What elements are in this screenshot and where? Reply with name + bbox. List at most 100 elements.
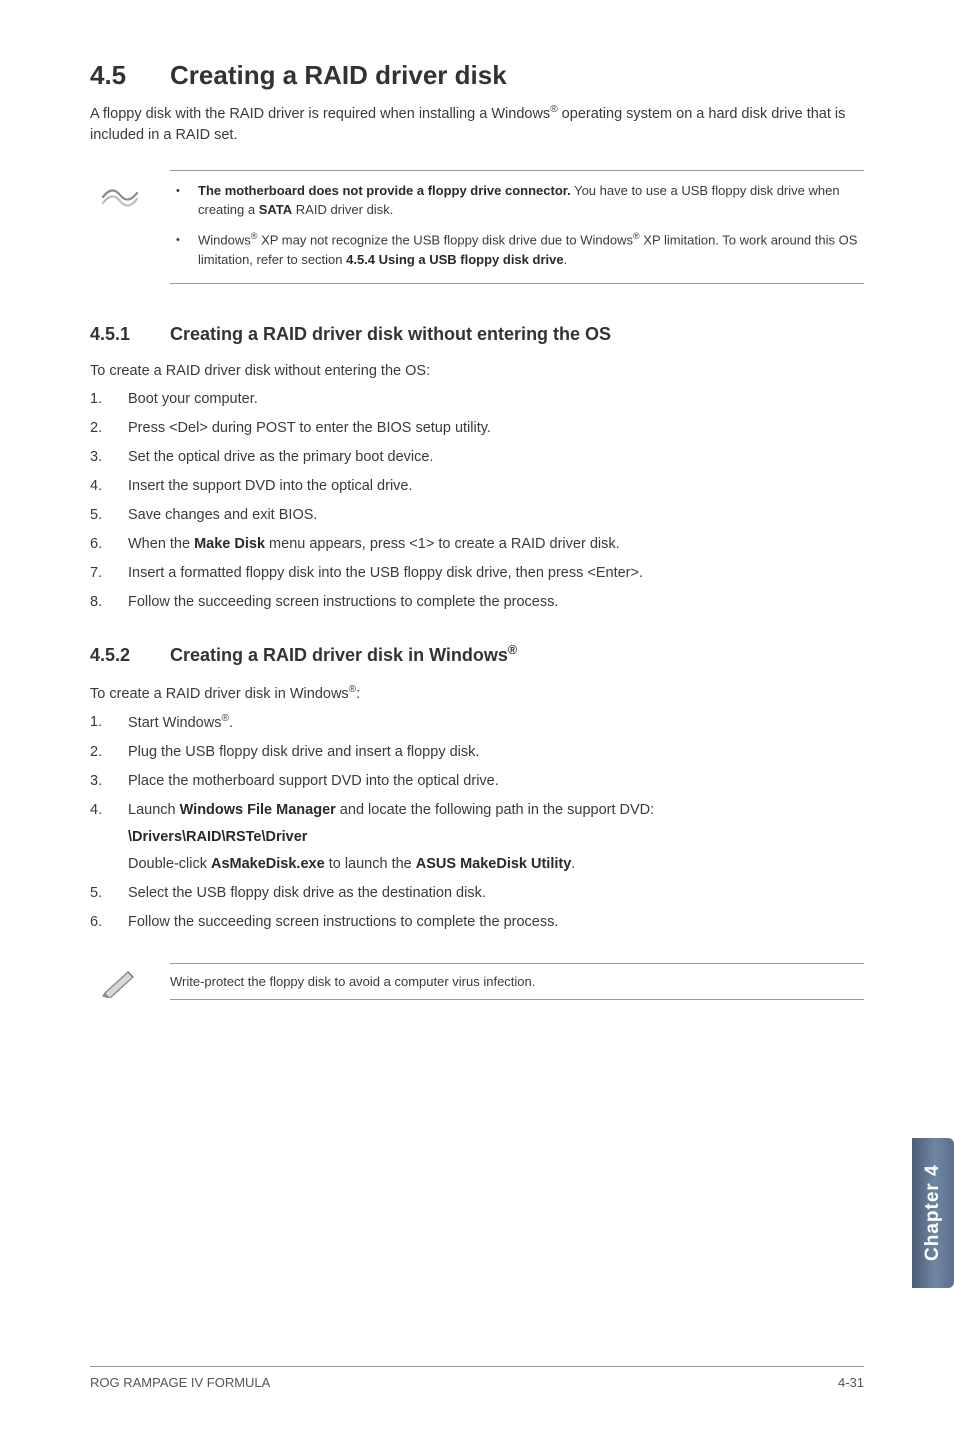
step-number: 3. [90, 771, 128, 792]
list-item: 8.Follow the succeeding screen instructi… [90, 592, 864, 613]
step6-post: menu appears, press <1> to create a RAID… [265, 536, 620, 552]
step4-line2-b2: ASUS MakeDisk Utility [416, 856, 572, 872]
note-text: Windows ® XP may not recognize the USB fl… [198, 230, 864, 269]
subsection-title-text: Creating a RAID driver disk in Windows® [170, 645, 517, 665]
section-title-text: Creating a RAID driver disk [170, 60, 507, 90]
step-number: 5. [90, 883, 128, 904]
tip-block: Write-protect the floppy disk to avoid a… [170, 963, 864, 1000]
step-number: 2. [90, 742, 128, 763]
note-list: • The motherboard does not provide a flo… [170, 181, 864, 269]
sub2-title-pre: Creating a RAID driver disk in Windows [170, 645, 508, 665]
lead-text: To create a RAID driver disk in Windows®… [90, 684, 864, 702]
step1-post: . [229, 715, 233, 731]
step-text: Start Windows®. [128, 712, 864, 734]
footer-right: 4-31 [838, 1375, 864, 1390]
step-number: 4. [90, 800, 128, 875]
step4-pre: Launch [128, 802, 180, 818]
pencil-icon [100, 966, 140, 998]
chapter-tab: Chapter 4 [912, 1138, 954, 1288]
subsection-title-text: Creating a RAID driver disk without ente… [170, 324, 611, 344]
subsection-number: 4.5.2 [90, 645, 170, 666]
registered-mark: ® [221, 713, 228, 724]
list-item: 1.Start Windows®. [90, 712, 864, 734]
note2-post: . [564, 252, 568, 267]
registered-mark: ® [633, 231, 640, 241]
step-number: 1. [90, 712, 128, 734]
list-item: 7.Insert a formatted floppy disk into th… [90, 563, 864, 584]
step-text: Set the optical drive as the primary boo… [128, 447, 864, 468]
step-number: 2. [90, 418, 128, 439]
list-item: 5.Select the USB floppy disk drive as th… [90, 883, 864, 904]
step-number: 1. [90, 389, 128, 410]
step-number: 6. [90, 534, 128, 555]
step-number: 5. [90, 505, 128, 526]
step-text: Follow the succeeding screen instruction… [128, 592, 864, 613]
step-text: Plug the USB floppy disk drive and inser… [128, 742, 864, 763]
subsection-heading: 4.5.2Creating a RAID driver disk in Wind… [90, 643, 864, 666]
list-item: 2.Press <Del> during POST to enter the B… [90, 418, 864, 439]
steps-list: 1.Start Windows®. 2.Plug the USB floppy … [90, 712, 864, 933]
list-item: 3.Place the motherboard support DVD into… [90, 771, 864, 792]
note-item: • Windows ® XP may not recognize the USB … [170, 230, 864, 269]
note-icon [100, 183, 140, 211]
step-text: Save changes and exit BIOS. [128, 505, 864, 526]
note-text: The motherboard does not provide a flopp… [198, 181, 864, 220]
step-number: 6. [90, 912, 128, 933]
step-text: Boot your computer. [128, 389, 864, 410]
step4-line2-post: . [571, 856, 575, 872]
steps-list: 1.Boot your computer. 2.Press <Del> duri… [90, 389, 864, 613]
note2-pre: Windows [198, 232, 251, 247]
intro-pre: A floppy disk with the RAID driver is re… [90, 106, 550, 122]
lead-post: : [356, 686, 360, 702]
step4-line2-b1: AsMakeDisk.exe [211, 856, 325, 872]
step6-pre: When the [128, 536, 194, 552]
list-item: 4.Insert the support DVD into the optica… [90, 476, 864, 497]
lead-text: To create a RAID driver disk without ent… [90, 363, 864, 379]
intro-paragraph: A floppy disk with the RAID driver is re… [90, 103, 864, 146]
registered-mark: ® [508, 643, 517, 657]
list-item: 2.Plug the USB floppy disk drive and ins… [90, 742, 864, 763]
note2-bold: 4.5.4 Using a USB floppy disk drive [346, 252, 563, 267]
step-text: Insert the support DVD into the optical … [128, 476, 864, 497]
step4-mid: and locate the following path in the sup… [336, 802, 654, 818]
bullet-icon: • [170, 230, 198, 269]
page-footer: ROG RAMPAGE IV FORMULA 4-31 [90, 1366, 864, 1390]
note-item: • The motherboard does not provide a flo… [170, 181, 864, 220]
note1-bold-pre: The motherboard does not provide a flopp… [198, 183, 571, 198]
lead-pre: To create a RAID driver disk in Windows [90, 686, 349, 702]
step1-pre: Start Windows [128, 715, 221, 731]
bullet-icon: • [170, 181, 198, 220]
step4-path: \Drivers\RAID\RSTe\Driver [128, 829, 307, 845]
registered-mark: ® [550, 104, 557, 115]
note2-mid1: XP may not recognize the USB floppy disk… [257, 232, 633, 247]
step-number: 8. [90, 592, 128, 613]
note1-bold-mid: SATA [259, 202, 292, 217]
tip-text: Write-protect the floppy disk to avoid a… [170, 974, 535, 989]
chapter-tab-label: Chapter 4 [922, 1165, 944, 1262]
step-text: Follow the succeeding screen instruction… [128, 912, 864, 933]
subsection-heading: 4.5.1Creating a RAID driver disk without… [90, 324, 864, 345]
list-item: 3.Set the optical drive as the primary b… [90, 447, 864, 468]
step-text: Select the USB floppy disk drive as the … [128, 883, 864, 904]
step-text: Launch Windows File Manager and locate t… [128, 800, 864, 875]
step4-b1: Windows File Manager [180, 802, 336, 818]
list-item: 6.When the Make Disk menu appears, press… [90, 534, 864, 555]
list-item: 5.Save changes and exit BIOS. [90, 505, 864, 526]
step-text: Press <Del> during POST to enter the BIO… [128, 418, 864, 439]
note1-plain2: RAID driver disk. [292, 202, 393, 217]
step-number: 3. [90, 447, 128, 468]
list-item: 6.Follow the succeeding screen instructi… [90, 912, 864, 933]
note-block: • The motherboard does not provide a flo… [170, 170, 864, 284]
step-text: Insert a formatted floppy disk into the … [128, 563, 864, 584]
step-number: 4. [90, 476, 128, 497]
step4-line2-pre: Double-click [128, 856, 211, 872]
list-item: 4. Launch Windows File Manager and locat… [90, 800, 864, 875]
step-text: Place the motherboard support DVD into t… [128, 771, 864, 792]
step4-line2-mid: to launch the [325, 856, 416, 872]
section-number: 4.5 [90, 60, 170, 91]
step-text: When the Make Disk menu appears, press <… [128, 534, 864, 555]
step-number: 7. [90, 563, 128, 584]
section-heading: 4.5Creating a RAID driver disk [90, 60, 864, 91]
footer-left: ROG RAMPAGE IV FORMULA [90, 1375, 270, 1390]
subsection-number: 4.5.1 [90, 324, 170, 345]
